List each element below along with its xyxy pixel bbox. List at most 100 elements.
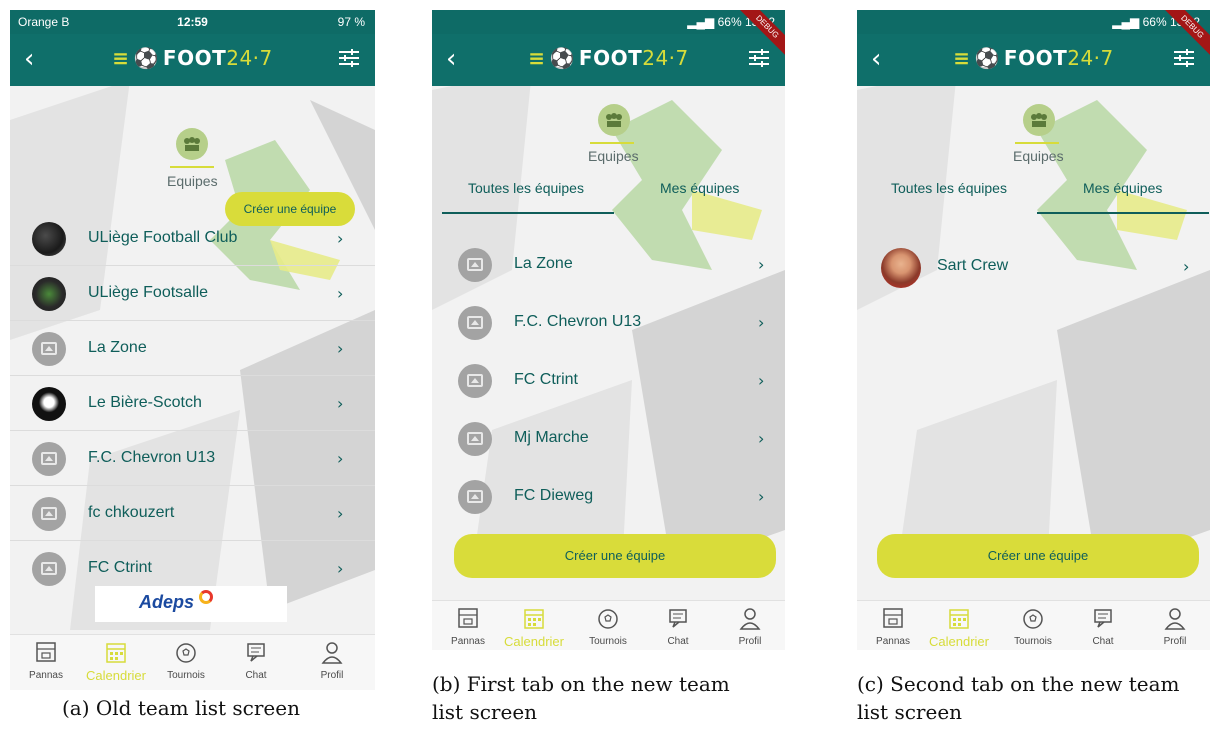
chevron-right-icon: › [337,394,344,413]
nav-item-chat[interactable]: Chat [648,601,708,650]
team-row[interactable]: ULiège Footsalle › [10,267,375,321]
filter-settings-icon[interactable] [337,46,361,70]
filter-settings-icon[interactable] [747,46,771,70]
image-placeholder-icon [41,562,57,575]
app-bar: ‹ ≡ ⚽ FOOT24·7 [432,34,785,86]
nav-item-chat[interactable]: Chat [1073,601,1133,650]
caption-c-line1: (c) Second tab on the new team [857,672,1180,696]
teams-section-icon [598,104,630,136]
nav-item-pannas[interactable]: Pannas [863,601,923,650]
filter-settings-icon[interactable] [1172,46,1196,70]
nav-item-tournois[interactable]: Tournois [578,601,638,650]
team-row[interactable]: FC Ctrint › [432,354,785,408]
team-row[interactable]: La Zone › [10,322,375,376]
nav-item-pannas[interactable]: Pannas [16,635,76,690]
panna-cage-icon [458,608,478,628]
calendar-icon [949,609,969,629]
tab-all-teams[interactable]: Toutes les équipes [891,180,1007,196]
calendar-icon [106,643,126,663]
chat-icon [669,609,687,628]
team-row[interactable]: ULiège Football Club › [10,212,375,266]
team-name: La Zone [88,339,147,356]
bottom-navigation: Pannas Calendrier Tournois Chat Profil [10,634,375,690]
profile-icon [1164,608,1186,630]
nav-item-tournois[interactable]: Tournois [156,635,216,690]
nav-item-chat[interactable]: Chat [226,635,286,690]
team-avatar [32,222,66,256]
caption-c-line2: list screen [857,700,963,724]
team-name: FC Dieweg [514,487,594,504]
section-title: Equipes [1013,148,1064,164]
tab-my-teams[interactable]: Mes équipes [660,180,739,196]
image-placeholder-icon [41,452,57,465]
nav-item-calendrier[interactable]: Calendrier [929,601,989,650]
chevron-right-icon: › [337,229,344,248]
team-name: Sart Crew [937,257,1009,274]
row-divider [10,375,375,376]
sponsor-banner[interactable]: Adeps [95,586,287,622]
nav-item-calendrier[interactable]: Calendrier [86,635,146,690]
section-title: Equipes [588,148,639,164]
logo-lines-icon: ≡ [112,46,130,70]
team-row[interactable]: La Zone › [432,238,785,292]
team-avatar-placeholder [32,442,66,476]
team-name: ULiège Football Club [88,229,238,246]
nav-item-pannas[interactable]: Pannas [438,601,498,650]
panna-cage-icon [883,608,903,628]
nav-label: Calendrier [504,634,564,649]
nav-item-tournois[interactable]: Tournois [1003,601,1063,650]
nav-item-profil[interactable]: Profil [720,601,780,650]
screen-new-team-list-tab-all: ▂▄▆ 66% 13:02 ‹ ≡⚽FOOT24·7 DEBUG Equipes… [432,10,785,650]
nav-item-profil[interactable]: Profil [302,635,362,690]
team-avatar-placeholder [458,306,492,340]
team-row[interactable]: Le Bière-Scotch › [10,377,375,431]
chevron-right-icon: › [758,487,765,506]
logo-lines-icon: ≡ [528,46,546,70]
team-row[interactable]: F.C. Chevron U13 › [10,432,375,486]
nav-label: Calendrier [86,668,146,683]
create-team-button[interactable]: Créer une équipe [877,534,1199,578]
team-row[interactable]: fc chkouzert › [10,487,375,541]
signal-icon: ▂▄▆ [687,15,718,29]
nav-item-profil[interactable]: Profil [1145,601,1205,650]
nav-label: Tournois [167,670,205,681]
team-name: La Zone [514,255,573,272]
nav-label: Chat [1092,636,1114,647]
team-row[interactable]: Mj Marche › [432,412,785,466]
team-avatar-placeholder [458,248,492,282]
teams-section-icon [1023,104,1055,136]
calendar-icon [524,609,544,629]
nav-label: Calendrier [929,634,989,649]
chevron-right-icon: › [337,559,344,578]
logo-text: FOOT [578,46,643,70]
row-divider [10,540,375,541]
nav-item-calendrier[interactable]: Calendrier [504,601,564,650]
create-team-button[interactable]: Créer une équipe [454,534,776,578]
soccer-ball-icon [598,609,618,629]
battery-label: 97 % [337,15,365,29]
app-bar: ‹ ≡ ⚽ FOOT24·7 [10,34,375,86]
team-name: Le Bière-Scotch [88,394,202,411]
team-avatar-placeholder [32,552,66,586]
image-placeholder-icon [467,432,483,445]
tab-all-teams[interactable]: Toutes les équipes [468,180,584,196]
team-row[interactable]: Sart Crew › [857,240,1210,294]
caption-a: (a) Old team list screen [62,696,300,720]
chevron-right-icon: › [1183,257,1190,276]
section-title: Equipes [167,173,218,189]
logo-number: 24·7 [642,46,689,70]
chevron-right-icon: › [337,284,344,303]
row-divider [10,430,375,431]
battery-label: 66% [1142,15,1167,29]
screen-new-team-list-tab-mine: ▂▄▆ 66% 13:02 ‹ ≡⚽FOOT24·7 DEBUG Equipes… [857,10,1210,650]
bottom-navigation: Pannas Calendrier Tournois Chat Profil [432,600,785,650]
soccer-ball-icon [176,643,196,663]
app-bar: ‹ ≡ ⚽ FOOT24·7 [857,34,1210,86]
logo-number: 24·7 [226,46,273,70]
app-logo: ≡ ⚽ FOOT24·7 [857,46,1210,70]
team-row[interactable]: F.C. Chevron U13 › [432,296,785,350]
chevron-right-icon: › [758,313,765,332]
team-row[interactable]: FC Dieweg › [432,470,785,524]
status-bar: ▂▄▆ 66% 13:02 [857,10,1210,34]
tab-my-teams[interactable]: Mes équipes [1083,180,1162,196]
